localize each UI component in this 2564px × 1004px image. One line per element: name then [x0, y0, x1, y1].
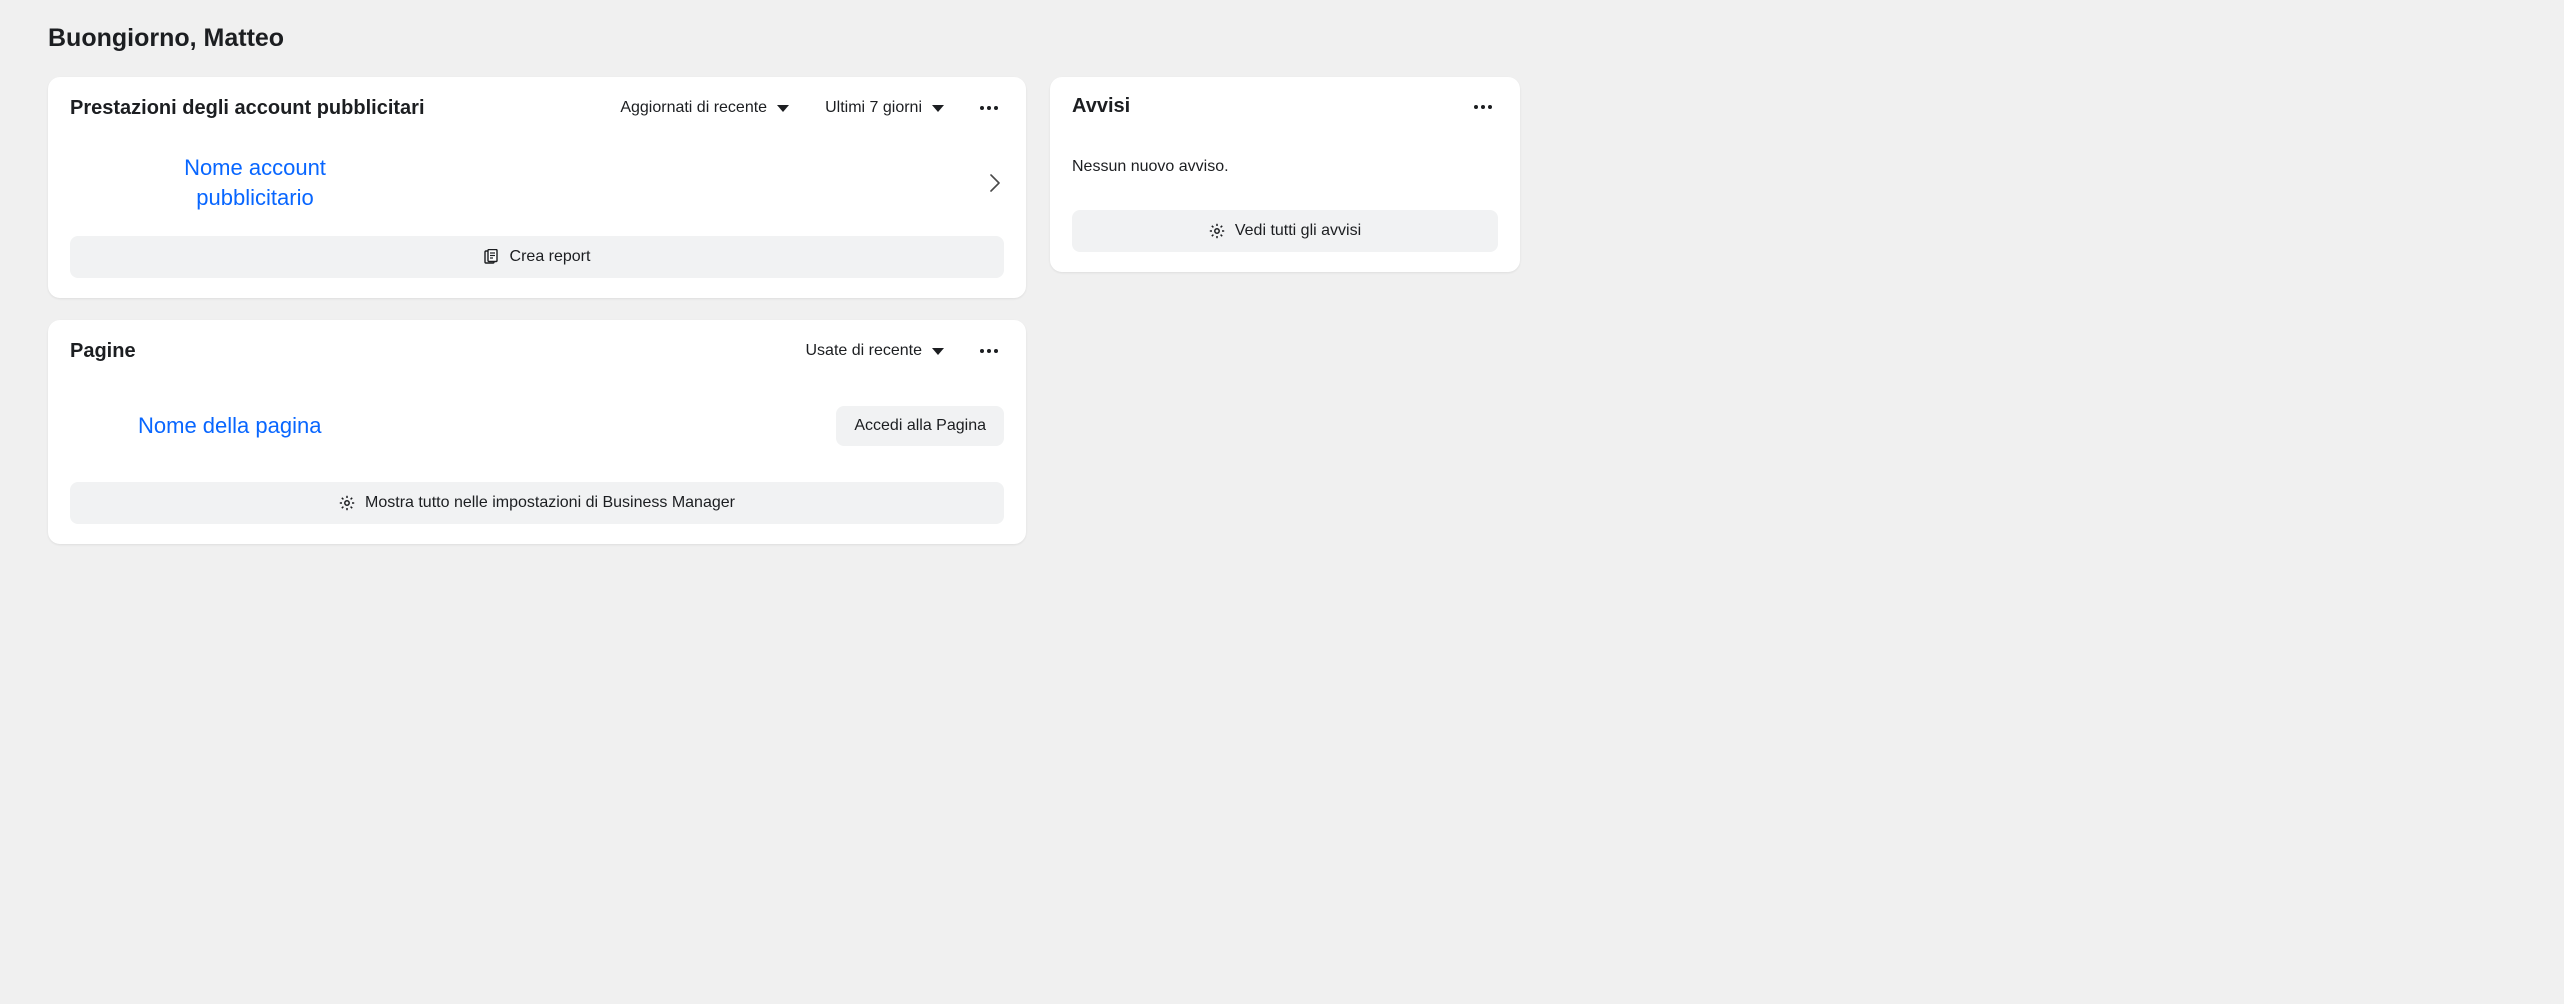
dot-icon: [980, 106, 984, 110]
ad-performance-card: Prestazioni degli account pubblicitari A…: [48, 77, 1026, 298]
sort-dropdown[interactable]: Aggiornati di recente: [614, 95, 795, 121]
view-all-alerts-button[interactable]: Vedi tutti gli avvisi: [1072, 210, 1498, 252]
ad-performance-title: Prestazioni degli account pubblicitari: [70, 97, 598, 120]
alerts-card: Avvisi Nessun nuovo avviso.: [1050, 77, 1520, 272]
page-name-link[interactable]: Nome della pagina: [138, 413, 321, 439]
caret-down-icon: [932, 105, 944, 112]
left-column: Prestazioni degli account pubblicitari A…: [48, 77, 1026, 544]
chevron-right-icon[interactable]: [986, 170, 1004, 196]
ad-performance-controls: Aggiornati di recente Ultimi 7 giorni: [614, 95, 1004, 121]
view-all-alerts-label: Vedi tutti gli avvisi: [1235, 222, 1361, 240]
daterange-dropdown[interactable]: Ultimi 7 giorni: [819, 95, 950, 121]
show-all-settings-button[interactable]: Mostra tutto nelle impostazioni di Busin…: [70, 482, 1004, 524]
gear-icon: [339, 495, 355, 511]
sort-dropdown-label: Aggiornati di recente: [620, 99, 767, 117]
create-report-label: Crea report: [510, 248, 591, 266]
dot-icon: [980, 349, 984, 353]
right-column: Avvisi Nessun nuovo avviso.: [1050, 77, 1520, 272]
alerts-title: Avvisi: [1072, 95, 1452, 118]
ad-account-name-link[interactable]: Nome account pubblicitario: [160, 153, 350, 212]
caret-down-icon: [777, 105, 789, 112]
daterange-dropdown-label: Ultimi 7 giorni: [825, 99, 922, 117]
pages-sort-dropdown[interactable]: Usate di recente: [799, 338, 950, 364]
dashboard-layout: Prestazioni degli account pubblicitari A…: [48, 77, 2516, 544]
pages-card: Pagine Usate di recente Nome della pagin…: [48, 320, 1026, 544]
pages-controls: Usate di recente: [799, 338, 1004, 364]
ad-performance-header: Prestazioni degli account pubblicitari A…: [70, 95, 1004, 121]
pages-header: Pagine Usate di recente: [70, 338, 1004, 364]
dot-icon: [994, 349, 998, 353]
dot-icon: [1481, 105, 1485, 109]
dot-icon: [1474, 105, 1478, 109]
caret-down-icon: [932, 348, 944, 355]
pages-title: Pagine: [70, 340, 783, 363]
pages-sort-label: Usate di recente: [805, 342, 922, 360]
more-menu-button[interactable]: [974, 100, 1004, 116]
show-all-settings-label: Mostra tutto nelle impostazioni di Busin…: [365, 494, 735, 512]
create-report-button[interactable]: Crea report: [70, 236, 1004, 278]
more-menu-button[interactable]: [974, 343, 1004, 359]
page-greeting: Buongiorno, Matteo: [48, 24, 2516, 53]
alerts-header: Avvisi: [1072, 95, 1498, 118]
dot-icon: [987, 106, 991, 110]
alerts-empty-text: Nessun nuovo avviso.: [1072, 130, 1498, 210]
report-icon: [484, 249, 500, 265]
access-page-button[interactable]: Accedi alla Pagina: [836, 406, 1004, 446]
dot-icon: [987, 349, 991, 353]
gear-icon: [1209, 223, 1225, 239]
dot-icon: [994, 106, 998, 110]
dot-icon: [1488, 105, 1492, 109]
more-menu-button[interactable]: [1468, 99, 1498, 115]
page-row: Nome della pagina Accedi alla Pagina: [70, 376, 1004, 482]
ad-account-row[interactable]: Nome account pubblicitario: [70, 133, 1004, 236]
